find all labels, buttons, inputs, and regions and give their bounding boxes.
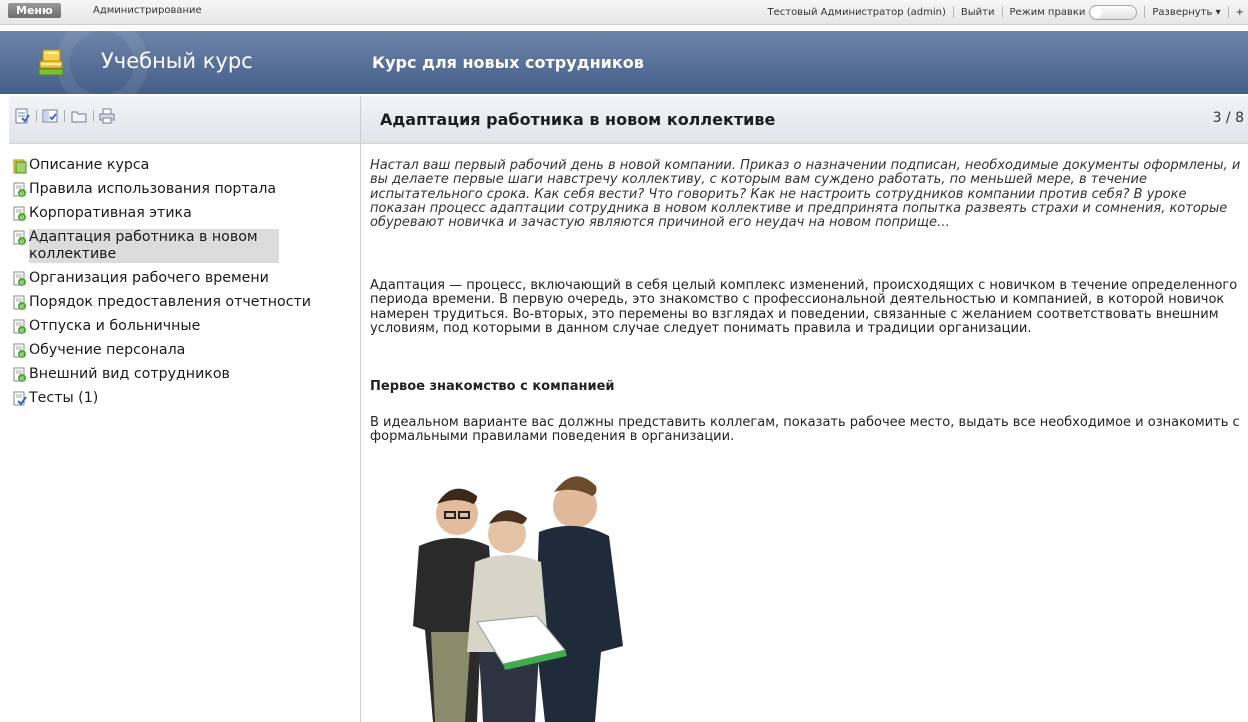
section-heading: Первое знакомство с компанией xyxy=(370,379,615,394)
svg-text:e: e xyxy=(20,279,24,287)
lesson-header: Адаптация работника в новом коллективе 3… xyxy=(361,96,1248,144)
svg-text:e: e xyxy=(20,190,24,198)
sidebar-item-label: Отпуска и больничные xyxy=(29,318,201,334)
test-icon xyxy=(13,391,27,406)
divider xyxy=(1227,6,1229,18)
sidebar-item-label: Корпоративная этика xyxy=(29,205,192,221)
svg-text:e: e xyxy=(20,303,24,311)
logo-area: Учебный курс xyxy=(0,31,361,94)
course-icon xyxy=(13,159,27,174)
svg-text:e: e xyxy=(20,238,24,246)
course-title: Курс для новых сотрудников xyxy=(372,53,644,72)
expand-menu[interactable]: Развернуть ▾ xyxy=(1152,7,1220,18)
sidebar-item-label: Организация рабочего времени xyxy=(29,270,269,286)
sidebar-item-tests[interactable]: Тесты (1) xyxy=(13,390,358,407)
lesson-icon: e xyxy=(13,230,26,246)
add-button[interactable]: + xyxy=(1236,7,1244,18)
lesson-title: Адаптация работника в новом коллективе xyxy=(380,110,776,129)
divider xyxy=(952,6,954,18)
course-sidebar: Описание курса e Правила использования п… xyxy=(9,96,361,722)
lesson-paragraph: В идеальном варианте вас должны представ… xyxy=(370,415,1240,445)
sidebar-item-label: Правила использования портала xyxy=(29,181,277,197)
divider xyxy=(64,110,65,122)
sidebar-item-adaptation[interactable]: e Адаптация работника в новом коллективе xyxy=(13,229,358,263)
book-stack-icon xyxy=(38,49,64,76)
sidebar-item-corporate-ethics[interactable]: e Корпоративная этика xyxy=(13,205,358,222)
sidebar-item-training[interactable]: e Обучение персонала xyxy=(13,342,358,359)
sidebar-item-label: Обучение персонала xyxy=(29,342,186,358)
lesson-paragraph: Адаптация — процесс, включающий в себя ц… xyxy=(370,278,1238,336)
page-counter: 3 / 8 xyxy=(1212,110,1244,126)
coworkers-photo xyxy=(413,476,623,722)
current-user-link[interactable]: Тестовый Администратор (admin) xyxy=(767,7,945,18)
lesson-icon: e xyxy=(13,295,26,311)
sidebar-item-appearance[interactable]: e Внешний вид сотрудников xyxy=(13,366,358,383)
split-view-icon[interactable] xyxy=(42,108,58,124)
divider xyxy=(36,110,37,122)
lesson-icon: e xyxy=(13,319,26,335)
site-title[interactable]: Учебный курс xyxy=(101,49,253,73)
lesson-icon: e xyxy=(13,367,26,383)
sidebar-item-label: Внешний вид сотрудников xyxy=(29,366,230,382)
print-icon[interactable] xyxy=(99,108,115,124)
svg-text:e: e xyxy=(20,351,24,359)
sidebar-item-label: Тесты (1) xyxy=(29,390,99,406)
divider xyxy=(1001,6,1003,18)
lesson-icon: e xyxy=(13,271,26,287)
lesson-icon: e xyxy=(13,343,26,359)
course-nav: Описание курса e Правила использования п… xyxy=(13,157,358,414)
lesson-view-icon[interactable] xyxy=(14,108,30,124)
edit-mode-label: Режим правки xyxy=(1009,6,1086,18)
svg-text:e: e xyxy=(20,327,24,335)
divider xyxy=(1144,6,1146,18)
sidebar-item-label: Описание курса xyxy=(29,157,150,173)
sidebar-item-course-description[interactable]: Описание курса xyxy=(13,157,358,174)
administration-link[interactable]: Администрирование xyxy=(93,5,202,16)
sidebar-item-reporting[interactable]: e Порядок предоставления отчетности xyxy=(13,294,358,311)
menu-button[interactable]: Меню xyxy=(8,3,61,18)
lesson-icon: e xyxy=(13,206,26,222)
sidebar-item-portal-rules[interactable]: e Правила использования портала xyxy=(13,181,358,198)
topbar-right: Тестовый Администратор (admin) Выйти Реж… xyxy=(767,0,1244,24)
divider xyxy=(93,110,94,122)
svg-text:e: e xyxy=(20,375,24,383)
lesson-content: Адаптация работника в новом коллективе 3… xyxy=(361,96,1248,722)
svg-text:e: e xyxy=(20,214,24,222)
lesson-intro: Настал ваш первый рабочий день в новой к… xyxy=(370,158,1241,231)
edit-mode-toggle[interactable] xyxy=(1089,4,1138,20)
lesson-icon: e xyxy=(13,182,26,198)
sidebar-item-vacations[interactable]: e Отпуска и больничные xyxy=(13,318,358,335)
logout-link[interactable]: Выйти xyxy=(961,7,995,18)
sidebar-item-label: Адаптация работника в новом коллективе xyxy=(29,229,279,263)
sidebar-toolbar xyxy=(9,96,360,144)
site-header: Учебный курс Курс для новых сотрудников xyxy=(0,31,1248,94)
folder-icon[interactable] xyxy=(71,108,87,124)
sidebar-item-work-time[interactable]: e Организация рабочего времени xyxy=(13,270,358,287)
sidebar-item-label: Порядок предоставления отчетности xyxy=(29,294,311,310)
admin-topbar: Меню Администрирование Тестовый Админист… xyxy=(0,0,1248,25)
